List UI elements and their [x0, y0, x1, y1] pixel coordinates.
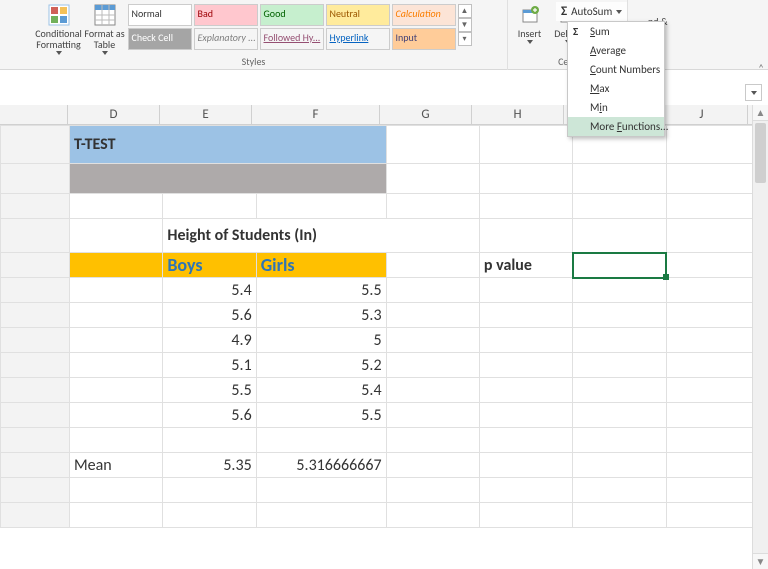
autosum-label: AutoSum: [571, 5, 612, 18]
mean-boys[interactable]: 5.35: [163, 453, 256, 478]
gallery-up-icon[interactable]: ▲: [458, 4, 472, 18]
styles-group-label: Styles: [242, 55, 266, 70]
scroll-up-icon[interactable]: ▲: [753, 105, 768, 121]
style-bad[interactable]: Bad: [194, 4, 258, 26]
hdr-girls[interactable]: Girls: [256, 253, 386, 278]
menu-more-functions[interactable]: More Functions...: [568, 117, 664, 136]
selected-cell[interactable]: [573, 253, 666, 278]
mean-label[interactable]: Mean: [70, 453, 163, 478]
menu-max[interactable]: Max: [568, 79, 664, 98]
cell[interactable]: 5.1: [163, 353, 256, 378]
cell[interactable]: 5.5: [163, 378, 256, 403]
style-neutral[interactable]: Neutral: [326, 4, 390, 26]
grey-merge-cell[interactable]: [70, 164, 387, 194]
style-hyperlink[interactable]: Hyperlink: [326, 28, 390, 50]
format-as-table-label: Format as Table: [82, 28, 128, 50]
menu-average[interactable]: Average: [568, 41, 664, 60]
autosum-menu: Sum Average Count Numbers Max Min More F…: [567, 21, 665, 137]
scroll-down-icon[interactable]: ▼: [753, 553, 768, 569]
cell[interactable]: 5.6: [163, 303, 256, 328]
title-cell[interactable]: T-TEST: [70, 126, 387, 164]
style-check-cell[interactable]: Check Cell: [128, 28, 192, 50]
conditional-formatting-label: Conditional Formatting: [35, 28, 82, 50]
style-calculation[interactable]: Calculation: [392, 4, 456, 26]
col-D[interactable]: D: [68, 105, 160, 124]
menu-min[interactable]: Min: [568, 98, 664, 117]
cell[interactable]: 5.3: [256, 303, 386, 328]
gallery-scroll[interactable]: ▲ ▼ ▾: [458, 4, 472, 46]
conditional-formatting-button[interactable]: Conditional Formatting: [36, 2, 82, 55]
autosum-button[interactable]: Σ AutoSum: [556, 2, 627, 21]
gallery-down-icon[interactable]: ▼: [458, 18, 472, 32]
cell[interactable]: 5.5: [256, 278, 386, 303]
style-followed-hyperlink[interactable]: Followed Hy...: [260, 28, 324, 50]
p-value-label[interactable]: p value: [479, 253, 572, 278]
cell[interactable]: 5.4: [256, 378, 386, 403]
col-J[interactable]: J: [656, 105, 748, 124]
dropdown-caret-icon: [616, 10, 622, 14]
cells-table[interactable]: T-TEST Height of Students (In) Boys Girl…: [0, 125, 760, 528]
insert-icon: [519, 4, 541, 26]
insert-label: Insert: [518, 28, 542, 39]
col-H[interactable]: H: [472, 105, 564, 124]
insert-cells-button[interactable]: Insert: [511, 2, 549, 44]
format-as-table-icon: [94, 4, 116, 26]
vertical-scrollbar[interactable]: ▲ ▼: [752, 105, 768, 569]
ribbon: Conditional Formatting Format as Table N…: [0, 0, 628, 70]
table-heading[interactable]: Height of Students (In): [163, 219, 480, 253]
cell[interactable]: 5.5: [256, 403, 386, 428]
cell[interactable]: 5.6: [163, 403, 256, 428]
cell[interactable]: 5.4: [163, 278, 256, 303]
dropdown-caret-icon: [527, 40, 533, 44]
gallery-more-icon[interactable]: ▾: [458, 32, 472, 46]
cell-styles-gallery[interactable]: Normal Bad Good Neutral Calculation Chec…: [128, 2, 456, 50]
dropdown-caret-icon: [102, 51, 108, 55]
ribbon-collapse-icon[interactable]: ˄: [758, 62, 764, 75]
style-input[interactable]: Input: [392, 28, 456, 50]
sigma-icon: Σ: [561, 4, 567, 19]
cell[interactable]: 5.2: [256, 353, 386, 378]
format-as-table-button[interactable]: Format as Table: [82, 2, 128, 55]
menu-count-numbers[interactable]: Count Numbers: [568, 60, 664, 79]
style-explanatory[interactable]: Explanatory ...: [194, 28, 258, 50]
cell[interactable]: 5: [256, 328, 386, 353]
scroll-thumb[interactable]: [755, 123, 766, 183]
col-E[interactable]: E: [160, 105, 252, 124]
menu-sum[interactable]: Sum: [568, 22, 664, 41]
mean-girls[interactable]: 5.316666667: [256, 453, 386, 478]
col-F[interactable]: F: [252, 105, 380, 124]
conditional-formatting-icon: [48, 4, 70, 26]
worksheet-grid[interactable]: D E F G H I J T-TEST Height of Students …: [0, 105, 760, 528]
hdr-boys[interactable]: Boys: [163, 253, 256, 278]
style-good[interactable]: Good: [260, 4, 324, 26]
col-G[interactable]: G: [380, 105, 472, 124]
formula-bar-expand-icon[interactable]: [745, 84, 762, 101]
style-normal[interactable]: Normal: [128, 4, 192, 26]
cell[interactable]: 4.9: [163, 328, 256, 353]
hdr-blank[interactable]: [70, 253, 163, 278]
dropdown-caret-icon: [56, 51, 62, 55]
